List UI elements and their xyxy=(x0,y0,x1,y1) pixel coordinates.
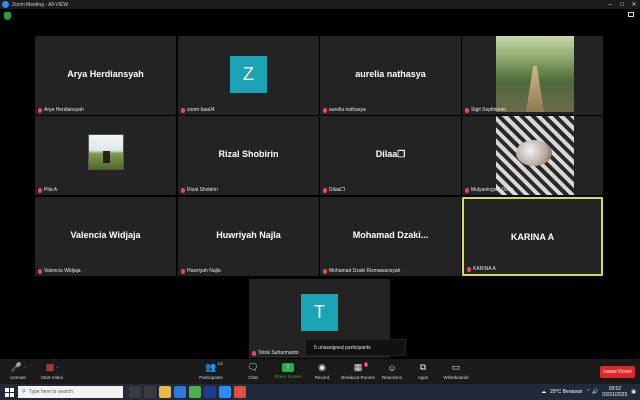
weather-text[interactable]: 29°C Berawan xyxy=(550,389,582,395)
weather-icon: ☁ xyxy=(541,389,547,395)
active-speaker-tile[interactable]: KARINA A KARINA A xyxy=(462,197,603,276)
zoom-taskbar-icon[interactable] xyxy=(219,386,231,398)
participant-name-tag: Rizal Shobirin xyxy=(181,187,218,193)
participant-name-tag: Mohamad Dzaki Rizmawansyah xyxy=(323,268,400,274)
participant-name-tag: Totok Suharmanto xyxy=(252,350,299,356)
windows-start-icon[interactable] xyxy=(0,384,18,400)
participant-display-name: KARINA A xyxy=(510,232,555,242)
windows-taskbar: ⚲ Type here to search ☁ 29°C Berawan ⌃ 🔊 … xyxy=(0,384,640,400)
participant-name-tag: Mulyaningsih Dzilis xyxy=(465,187,514,193)
mic-muted-icon xyxy=(467,266,471,272)
participant-name-tag: aurelia nathasya xyxy=(323,107,366,113)
chat-icon: 🗨 xyxy=(247,362,259,372)
participants-button[interactable]: 👥 13 Participants xyxy=(189,361,233,380)
powerpoint-icon[interactable] xyxy=(234,386,246,398)
whiteboards-button[interactable]: ▭ Whiteboards xyxy=(434,362,478,380)
video-tile[interactable]: Rizal Shobirin Rizal Shobirin xyxy=(178,116,319,195)
file-explorer-icon[interactable] xyxy=(159,386,171,398)
video-tile[interactable]: Sigit Septhianto xyxy=(462,36,603,115)
shield-icon[interactable] xyxy=(4,12,11,20)
video-tile[interactable]: Pita A xyxy=(35,116,176,195)
mic-muted-icon xyxy=(465,107,469,113)
meeting-info-bar xyxy=(0,9,640,23)
leave-room-button[interactable]: Leave Room xyxy=(600,366,635,378)
notification-icon[interactable]: ▣ xyxy=(631,389,636,395)
start-video-button[interactable]: ▩ ^ Start Video xyxy=(30,362,74,380)
participant-display-name: Valencia Widjaja xyxy=(70,230,141,240)
whiteboard-icon: ▭ xyxy=(451,362,461,372)
participant-display-name: aurelia nathasya xyxy=(355,69,426,79)
share-screen-icon: ↑ xyxy=(282,363,294,372)
mic-muted-icon xyxy=(252,350,256,356)
mic-muted-icon xyxy=(38,187,42,193)
record-icon: ◉ xyxy=(318,362,326,372)
participant-name-tag: zoom baa04 xyxy=(181,107,215,113)
participant-display-name: Arya Herdiansyah xyxy=(67,69,144,79)
search-icon: ⚲ xyxy=(22,389,26,395)
zoom-logo-icon xyxy=(2,1,9,8)
maximize-icon[interactable]: □ xyxy=(616,2,628,8)
minimize-icon[interactable]: – xyxy=(604,2,616,8)
participant-name-tag: Valencia Widjaja xyxy=(38,268,81,274)
taskbar-search-input[interactable]: ⚲ Type here to search xyxy=(18,386,123,398)
task-view-icon[interactable] xyxy=(144,386,156,398)
mic-muted-icon xyxy=(465,187,469,193)
close-icon[interactable]: ✕ xyxy=(628,1,640,8)
mic-muted-icon xyxy=(181,268,185,274)
tray-icons[interactable]: ⌃ 🔊 xyxy=(586,389,598,395)
meeting-toolbar: 🎤 ^ Unmute ▩ ^ Start Video 👥 13 Participant… xyxy=(0,359,640,384)
video-tile[interactable]: Mulyaningsih Dzilis xyxy=(462,116,603,195)
edge-icon[interactable] xyxy=(174,386,186,398)
participant-name-tag: Sigit Septhianto xyxy=(465,107,506,113)
profile-photo-cat xyxy=(496,116,574,195)
participant-display-name: Huwriyah Najla xyxy=(216,230,281,240)
participant-display-name: Mohamad Dzaki... xyxy=(352,230,429,240)
grid-view-icon xyxy=(628,12,634,17)
avatar: T xyxy=(301,294,338,331)
zoom-meeting-window: Zoom Meeting - All-VIEW – □ ✕ Arya Herdi… xyxy=(0,0,640,400)
breakout-badge: 5 xyxy=(364,362,369,367)
mic-muted-icon xyxy=(323,107,327,113)
reactions-icon: ☺ xyxy=(387,362,397,373)
video-tile[interactable]: Arya Herdiansyah Arya Herdiansyah xyxy=(35,36,176,115)
mic-off-icon: 🎤 ^ xyxy=(10,362,26,372)
participant-display-name: Rizal Shobirin xyxy=(218,149,279,159)
unassigned-participants-notice[interactable]: 5 unassigned participants xyxy=(305,339,406,356)
participant-name-tag: Dilaa❒ xyxy=(323,187,345,193)
mic-muted-icon xyxy=(38,107,42,113)
view-button[interactable] xyxy=(628,12,634,17)
participant-display-name: Dilaa❒ xyxy=(375,149,406,159)
mic-muted-icon xyxy=(323,187,327,193)
profile-photo-forest xyxy=(496,36,574,112)
participant-name-tag: KARINA A xyxy=(467,266,496,272)
apps-icon: ⧉ xyxy=(419,362,427,372)
mic-muted-icon xyxy=(181,187,185,193)
clock[interactable]: 18:52 03/31/2023 xyxy=(602,386,627,398)
window-title: Zoom Meeting - All-VIEW xyxy=(12,1,69,8)
video-tile[interactable]: Mohamad Dzaki... Mohamad Dzaki Rizmawans… xyxy=(320,197,461,276)
chrome-icon[interactable] xyxy=(189,386,201,398)
system-tray: ☁ 29°C Berawan ⌃ 🔊 18:52 03/31/2023 ▣ xyxy=(541,384,640,400)
video-tile[interactable]: Huwriyah Najla Huwriyah Najla xyxy=(178,197,319,276)
video-off-icon: ▩ ^ xyxy=(45,362,59,372)
participant-name-tag: Pita A xyxy=(38,187,57,193)
video-tile[interactable]: Valencia Widjaja Valencia Widjaja xyxy=(35,197,176,276)
mic-muted-icon xyxy=(38,268,42,274)
participant-name-tag: Arya Herdiansyah xyxy=(38,107,84,113)
breakout-rooms-icon: ▦ 5 xyxy=(353,362,369,372)
participant-name-tag: Huwriyah Najla xyxy=(181,268,221,274)
avatar: Z xyxy=(230,56,267,93)
word-icon[interactable] xyxy=(204,386,216,398)
participants-count: 13 xyxy=(217,361,223,366)
profile-photo-field xyxy=(88,134,124,170)
participants-icon: 👥 13 xyxy=(205,361,223,372)
mic-muted-icon xyxy=(181,107,185,113)
title-bar: Zoom Meeting - All-VIEW – □ ✕ xyxy=(0,0,640,9)
video-tile[interactable]: Dilaa❒ Dilaa❒ xyxy=(320,116,461,195)
cortana-icon[interactable] xyxy=(129,386,141,398)
video-tile[interactable]: Z zoom baa04 xyxy=(178,36,319,115)
mic-muted-icon xyxy=(323,268,327,274)
video-tile[interactable]: aurelia nathasya aurelia nathasya xyxy=(320,36,461,115)
